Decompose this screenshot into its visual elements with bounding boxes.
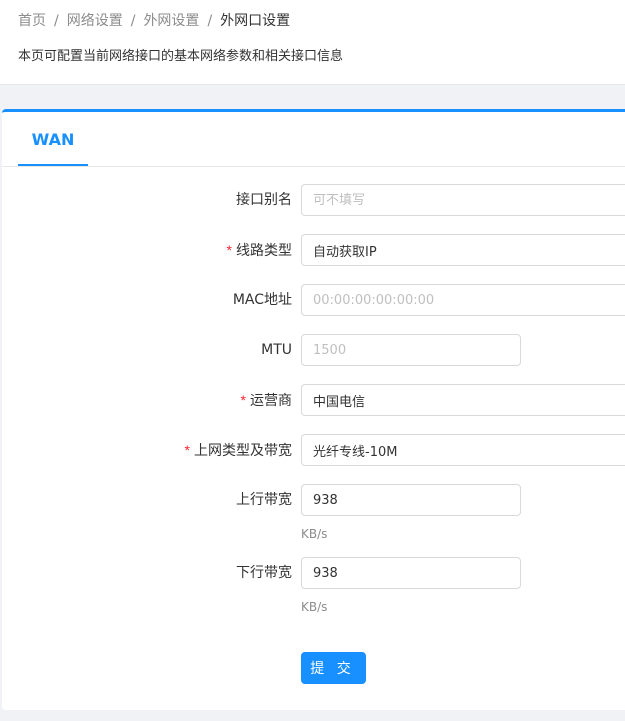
- mtu-input[interactable]: [301, 334, 521, 366]
- form-row-bandwidth-type: * 上网类型及带宽: [2, 434, 625, 466]
- mtu-label: MTU: [261, 342, 292, 358]
- page-description: 本页可配置当前网络接口的基本网络参数和相关接口信息: [18, 49, 344, 64]
- download-label: 下行带宽: [236, 565, 292, 581]
- breadcrumb-separator: /: [207, 13, 213, 29]
- required-mark: *: [240, 392, 246, 408]
- alias-label: 接口别名: [236, 192, 292, 208]
- form-row-mtu: MTU: [2, 334, 625, 366]
- breadcrumb: 首页 / 网络设置 / 外网设置 / 外网口设置: [18, 11, 290, 31]
- upload-unit: KB/s: [301, 527, 328, 541]
- bandwidth-type-label: * 上网类型及带宽: [184, 442, 292, 459]
- form-row-mac: MAC地址: [2, 284, 625, 316]
- mac-input[interactable]: [301, 284, 625, 316]
- tab-bar: WAN: [2, 112, 625, 167]
- breadcrumb-network-settings[interactable]: 网络设置: [67, 13, 123, 29]
- isp-label: * 运营商: [240, 392, 292, 409]
- download-bandwidth-input[interactable]: [301, 557, 521, 589]
- breadcrumb-separator: /: [54, 13, 59, 29]
- form-row-download: 下行带宽: [2, 557, 625, 589]
- download-unit: KB/s: [301, 600, 328, 614]
- form-row-isp: * 运营商: [2, 384, 625, 416]
- breadcrumb-separator: /: [130, 13, 136, 29]
- tab-wan[interactable]: WAN: [18, 112, 88, 166]
- mac-label: MAC地址: [232, 292, 292, 308]
- isp-select[interactable]: [301, 384, 625, 416]
- required-mark: *: [226, 242, 232, 258]
- required-mark: *: [184, 442, 190, 458]
- line-type-select[interactable]: [301, 234, 625, 266]
- submit-button[interactable]: 提 交: [301, 652, 366, 684]
- breadcrumb-home[interactable]: 首页: [18, 13, 46, 29]
- form-row-upload: 上行带宽: [2, 484, 625, 516]
- form-row-alias: 接口别名: [2, 184, 625, 216]
- breadcrumb-wan-settings[interactable]: 外网设置: [143, 13, 199, 29]
- upload-bandwidth-input[interactable]: [301, 484, 521, 516]
- settings-card: WAN 接口别名 *线路类型 MAC地址 MTU *运营商 *上网类型及带宽 上…: [2, 109, 625, 710]
- line-type-label: * 线路类型: [226, 242, 292, 259]
- page-header: 首页 / 网络设置 / 外网设置 / 外网口设置 本页可配置当前网络接口的基本网络参数和相关…: [0, 0, 625, 85]
- alias-input[interactable]: [301, 184, 625, 216]
- form-row-line-type: * 线路类型: [2, 234, 625, 266]
- breadcrumb-current: 外网口设置: [220, 13, 291, 29]
- upload-label: 上行带宽: [236, 492, 292, 508]
- bandwidth-type-select[interactable]: [301, 434, 625, 466]
